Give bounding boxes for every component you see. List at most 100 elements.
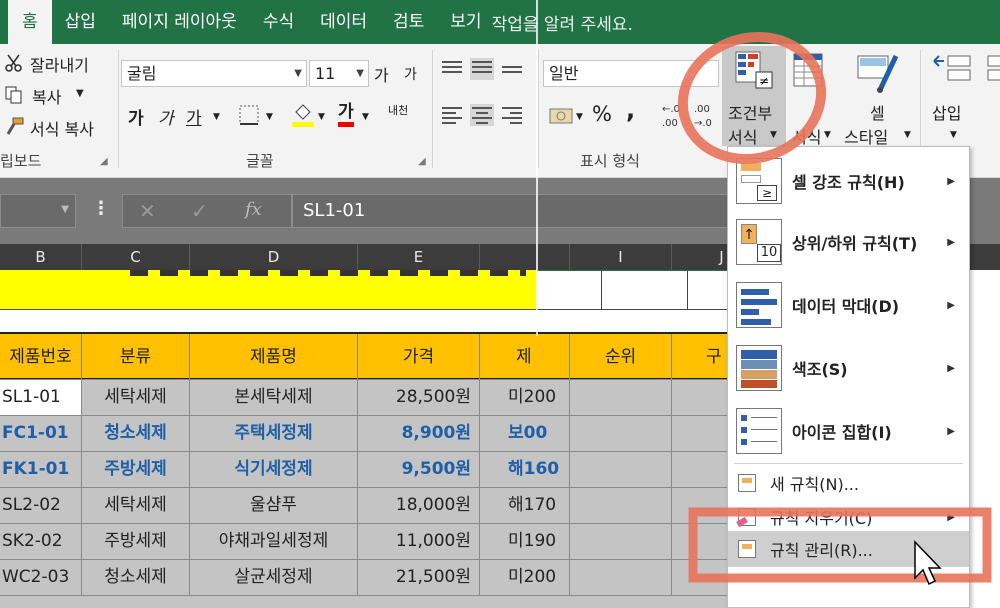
align-center-icon[interactable] [470, 104, 494, 126]
table-cell[interactable]: 미190 [480, 524, 570, 560]
table-cell[interactable]: 보00 [480, 416, 570, 452]
formula-input[interactable]: SL1-01 [292, 194, 732, 228]
table-cell[interactable]: 해170 [480, 488, 570, 524]
tab-view[interactable]: 보기 [437, 0, 485, 44]
header-cell[interactable]: 가격 [358, 334, 480, 380]
tab-formulas[interactable]: 수식 [250, 0, 307, 44]
insert-cells-button[interactable]: 삽입 ▼ [926, 46, 980, 146]
enter-icon[interactable]: ✓ [191, 199, 208, 223]
decrease-decimal-icon[interactable]: .00 →.0 [692, 100, 722, 130]
align-left-icon[interactable] [440, 104, 464, 126]
empty-cell[interactable] [602, 270, 688, 310]
title-cell[interactable] [0, 270, 536, 310]
table-cell[interactable]: 8,900원 [358, 416, 480, 452]
table-cell[interactable]: 18,000원 [358, 488, 480, 524]
menu-item-color-scales[interactable]: 색조(S) ▶ [728, 337, 969, 399]
table-cell[interactable] [570, 416, 672, 452]
menu-item-data-bars[interactable]: 데이터 막대(D) ▶ [728, 275, 969, 335]
menu-item-new-rule[interactable]: 새 규칙(N)... [728, 465, 969, 501]
comma-button[interactable]: , [626, 96, 635, 124]
header-cell[interactable]: 제 [480, 334, 570, 380]
percent-button[interactable]: % [592, 102, 612, 126]
column-header-c[interactable]: C [82, 244, 190, 270]
header-cell[interactable]: 순위 [570, 334, 672, 380]
italic-button[interactable]: 가 [158, 104, 174, 129]
menu-item-icon-sets[interactable]: 아이콘 집합(I) ▶ [728, 401, 969, 461]
format-as-table-button[interactable]: 서식 ▼ [786, 46, 836, 147]
header-cell[interactable]: 분류 [82, 334, 190, 380]
table-cell[interactable] [570, 380, 672, 416]
table-cell[interactable]: 28,500원 [358, 380, 480, 416]
table-cell[interactable] [570, 452, 672, 488]
name-box[interactable]: ▼ [0, 194, 76, 228]
table-cell[interactable]: 21,500원 [358, 560, 480, 596]
table-cell[interactable]: 해160 [480, 452, 570, 488]
table-cell[interactable]: 식기세정제 [190, 452, 358, 488]
grow-font-button[interactable]: 가 [374, 62, 389, 86]
table-cell[interactable]: 주택세정제 [190, 416, 358, 452]
font-launcher-icon[interactable]: ◢ [418, 156, 426, 167]
table-cell[interactable]: FC1-01 [0, 416, 82, 452]
phonetic-button[interactable]: 내천 [388, 102, 408, 118]
table-cell[interactable]: 청소세제 [82, 560, 190, 596]
header-cell[interactable]: 제품번호 [0, 334, 82, 380]
column-header-e[interactable]: E [358, 244, 480, 270]
delete-cells-icon[interactable] [986, 52, 1000, 88]
menu-item-manage-rules[interactable]: 규칙 관리(R)... [728, 531, 969, 567]
number-format-combo[interactable]: 일반 [543, 60, 719, 87]
bold-button[interactable]: 가 [128, 104, 144, 129]
shrink-font-button[interactable]: 가 [404, 64, 417, 84]
underline-button[interactable]: 가 [186, 104, 202, 129]
table-cell[interactable]: 9,500원 [358, 452, 480, 488]
table-cell[interactable]: FK1-01 [0, 452, 82, 488]
empty-cell[interactable] [536, 270, 602, 310]
table-cell[interactable]: SL1-01 [0, 380, 82, 416]
currency-dropdown-icon[interactable]: ▼ [576, 112, 583, 122]
table-cell[interactable]: 세탁세제 [82, 380, 190, 416]
menu-item-highlight-rules[interactable]: ≥ 셀 강조 규칙(H) ▶ [728, 153, 969, 209]
currency-icon[interactable] [548, 104, 576, 128]
conditional-formatting-button[interactable]: ≠ 조건부 서식 ▼ [722, 46, 786, 147]
table-cell[interactable]: 야채과일세정제 [190, 524, 358, 560]
table-cell[interactable]: 본세탁세제 [190, 380, 358, 416]
column-header-d[interactable]: D [190, 244, 358, 270]
fill-dropdown-icon[interactable]: ▼ [318, 112, 325, 122]
table-cell[interactable]: SK2-02 [0, 524, 82, 560]
table-cell[interactable]: 미200 [480, 560, 570, 596]
cell-styles-button[interactable]: 셀 스타일 ▼ [838, 46, 918, 147]
menu-item-top-bottom-rules[interactable]: ↑ 10 상위/하위 규칙(T) ▶ [728, 211, 969, 273]
font-name-combo[interactable]: 굴림 ▼ [121, 60, 307, 87]
tab-insert[interactable]: 삽입 [52, 0, 109, 44]
format-painter-button[interactable]: 서식 복사 [4, 114, 116, 140]
insert-function-icon[interactable]: fx [245, 199, 262, 220]
borders-dropdown-icon[interactable]: ▼ [266, 112, 273, 122]
clipboard-launcher-icon[interactable]: ◢ [100, 156, 108, 167]
table-cell[interactable]: 11,000원 [358, 524, 480, 560]
column-header-f[interactable] [480, 244, 570, 270]
tell-me-input[interactable]: 작업을 알려 주세요. [492, 10, 633, 35]
table-cell[interactable]: 청소세제 [82, 416, 190, 452]
table-cell[interactable]: 세탁세제 [82, 488, 190, 524]
borders-icon[interactable] [238, 104, 260, 126]
table-cell[interactable] [570, 560, 672, 596]
font-color-button[interactable]: 가 [338, 102, 354, 127]
underline-dropdown-icon[interactable]: ▼ [213, 112, 220, 122]
font-color-dropdown-icon[interactable]: ▼ [362, 112, 369, 122]
table-cell[interactable] [570, 488, 672, 524]
column-header-i[interactable]: I [570, 244, 672, 270]
align-right-icon[interactable] [500, 104, 524, 126]
header-cell[interactable]: 제품명 [190, 334, 358, 380]
column-header-b[interactable]: B [0, 244, 82, 270]
fill-color-icon[interactable] [290, 102, 316, 128]
tab-data[interactable]: 데이터 [307, 0, 380, 44]
cancel-icon[interactable]: ✕ [139, 199, 156, 223]
align-bottom-icon[interactable] [500, 58, 524, 80]
menu-item-clear-rules[interactable]: 규칙 지우기(C) ▶ [728, 499, 969, 535]
table-cell[interactable]: 살균세정제 [190, 560, 358, 596]
cut-button[interactable]: 잘라내기 [4, 50, 114, 76]
table-cell[interactable]: 주방세제 [82, 452, 190, 488]
tab-review[interactable]: 검토 [380, 0, 437, 44]
align-top-icon[interactable] [440, 58, 464, 80]
align-middle-icon[interactable] [470, 58, 494, 80]
tab-home[interactable]: 홈 [8, 0, 52, 44]
